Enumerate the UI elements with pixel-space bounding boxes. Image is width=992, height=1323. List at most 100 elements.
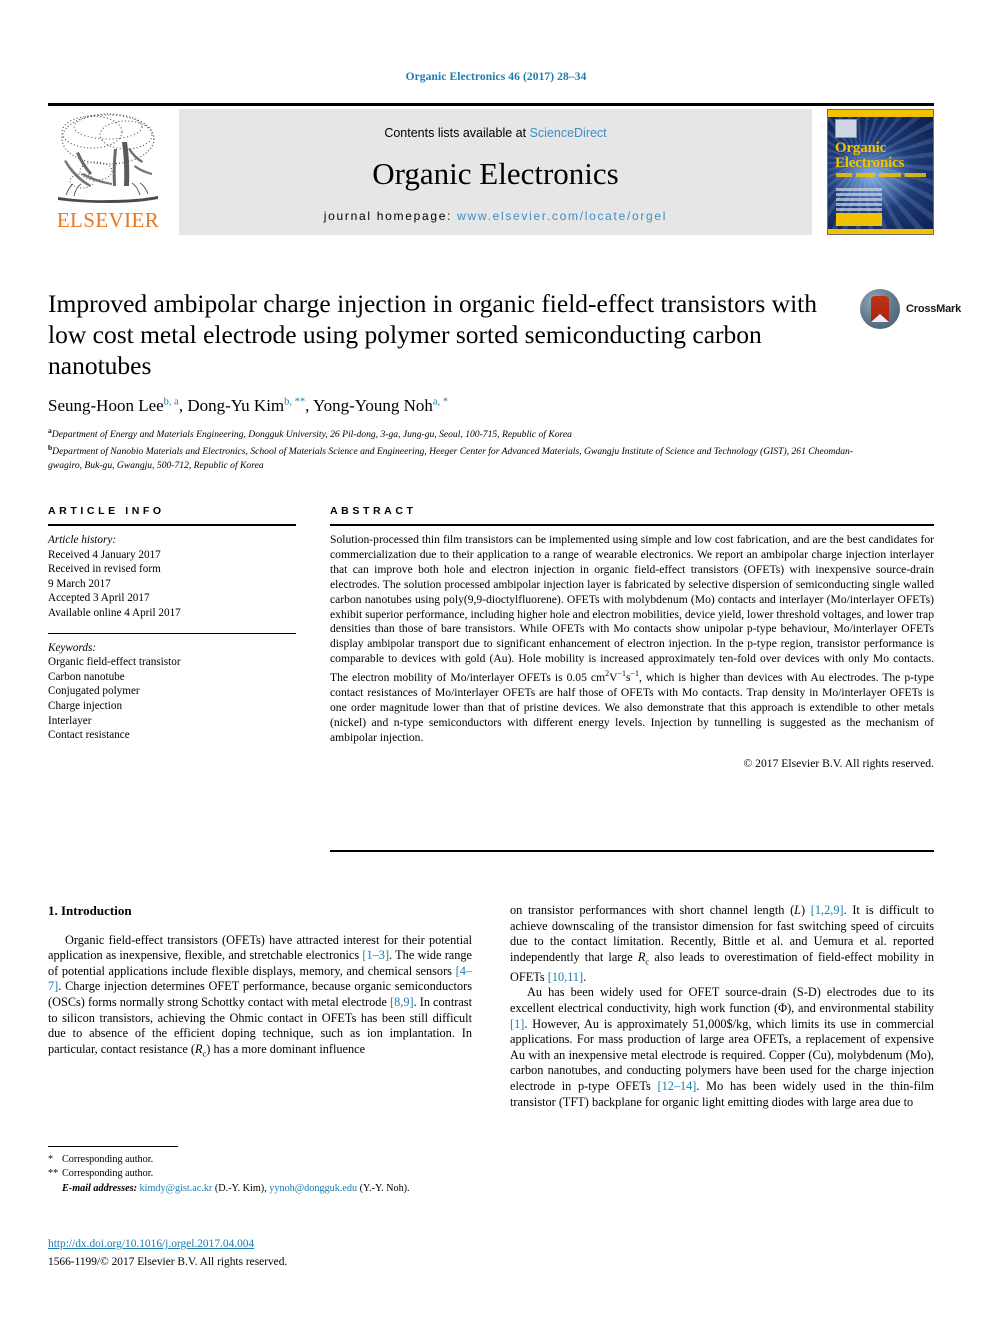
footnotes-block: * Corresponding author. ** Corresponding a… [48, 1146, 472, 1196]
abstract-text: Solution-processed thin film transistors… [330, 533, 934, 746]
keyword-item: Charge injection [48, 699, 123, 712]
author-name: Seung-Hoon Lee [48, 395, 164, 415]
paragraph-text: ) has a more dominant influence [206, 1041, 366, 1056]
section-heading-introduction: 1. Introduction [48, 903, 132, 918]
author-affiliation-marks: a, * [432, 396, 449, 407]
cover-top-bar [828, 110, 933, 117]
symbol-rc: R [195, 1041, 203, 1056]
journal-article-first-page: Organic Electronics 46 (2017) 28–34 ELSE… [0, 0, 992, 1323]
author-affiliation-marks: b, a [163, 396, 179, 407]
paragraph-text: ) [801, 903, 811, 917]
email-link-noh[interactable]: yynoh@dongguk.edu [269, 1183, 357, 1194]
journal-title: Organic Electronics [372, 156, 619, 191]
keywords-label: Keywords: [48, 641, 97, 654]
crossmark-notch [871, 314, 889, 322]
paragraph: Au has been widely used for OFET source-… [510, 985, 934, 1110]
homepage-prefix: journal homepage: [323, 209, 458, 223]
abstract-rule [330, 524, 934, 526]
page-title: Improved ambipolar charge injection in o… [48, 289, 818, 380]
contents-prefix: Contents lists available at [384, 126, 530, 140]
footnote-corresponding-author-1: * Corresponding author. [48, 1153, 472, 1167]
paragraph-text: on transistor performances with short ch… [510, 903, 795, 917]
abstract-copyright: © 2017 Elsevier B.V. All rights reserved… [743, 756, 934, 770]
cover-title: Organic Electronics [835, 141, 927, 171]
footer-doi-block: http://dx.doi.org/10.1016/j.orgel.2017.0… [48, 1238, 472, 1270]
body-column-right: on transistor performances with short ch… [510, 903, 934, 1110]
paragraph: Organic field-effect transistors (OFETs)… [48, 933, 472, 1062]
elsevier-logo: ELSEVIER [48, 109, 168, 235]
journal-homepage-line: journal homepage: www.elsevier.com/locat… [179, 209, 812, 223]
elsevier-tree-icon [52, 109, 164, 207]
journal-homepage-link[interactable]: www.elsevier.com/locate/orgel [457, 209, 667, 223]
email-label: E-mail addresses: [62, 1183, 137, 1195]
article-history-item: 9 March 2017 [48, 577, 111, 590]
abstract-unit-sup3: −1 [630, 669, 640, 679]
title-block: Improved ambipolar charge injection in o… [48, 288, 961, 381]
article-history-item: Accepted 3 April 2017 [48, 592, 150, 605]
footnote-corresponding-author-2: ** Corresponding author. [48, 1167, 472, 1181]
doi-link[interactable]: http://dx.doi.org/10.1016/j.orgel.2017.0… [48, 1238, 472, 1250]
article-history-item: Available online 4 April 2017 [48, 606, 181, 619]
email-owner-kim: (D.-Y. Kim), [212, 1183, 270, 1195]
affiliation-text: Department of Energy and Materials Engin… [51, 429, 572, 441]
author-item: Seung-Hoon Leeb, a, [48, 396, 187, 415]
article-info-rule [48, 524, 296, 526]
article-history-item: Received in revised form [48, 563, 161, 576]
keyword-item: Organic field-effect transistor [48, 656, 181, 669]
journal-cover-thumbnail: Organic Electronics [827, 109, 934, 235]
citation-link[interactable]: [8,9] [390, 995, 414, 1009]
crossmark-icon [860, 289, 900, 329]
symbol-channel-length: L [794, 903, 802, 917]
issn-copyright-line: 1566-1199/© 2017 Elsevier B.V. All right… [48, 1256, 288, 1268]
cover-subtitle-rule [836, 173, 926, 177]
abstract-bottom-rule [330, 850, 934, 852]
author-list: Seung-Hoon Leeb, a, Dong-Yu Kimb, **, Yo… [48, 391, 934, 417]
running-head-citation: Organic Electronics 46 (2017) 28–34 [405, 71, 587, 83]
affiliation-list: aDepartment of Energy and Materials Engi… [48, 424, 868, 472]
email-link-kim[interactable]: kimdy@gist.ac.kr [140, 1183, 213, 1194]
affiliation-item: bDepartment of Nanobio Materials and Ele… [48, 441, 868, 472]
affiliation-text: Department of Nanobio Materials and Elec… [48, 446, 854, 471]
contents-available-line: Contents lists available at ScienceDirec… [179, 126, 812, 140]
abstract-heading: ABSTRACT [330, 505, 417, 517]
article-history-item: Received 4 January 2017 [48, 548, 161, 561]
keyword-item: Carbon nanotube [48, 670, 125, 683]
journal-banner: Contents lists available at ScienceDirec… [179, 109, 812, 235]
footnote-separator-rule [48, 1146, 178, 1147]
keyword-item: Conjugated polymer [48, 685, 140, 698]
crossmark-label: CrossMark [906, 303, 962, 315]
email-owner-noh: (Y.-Y. Noh). [357, 1183, 410, 1195]
affiliation-item: aDepartment of Energy and Materials Engi… [48, 424, 868, 441]
sciencedirect-link[interactable]: ScienceDirect [530, 126, 607, 140]
paragraph-text: . [583, 969, 587, 984]
crossmark-badge[interactable]: CrossMark [860, 289, 970, 331]
author-separator: , [305, 395, 314, 415]
citation-link[interactable]: [1–3] [362, 948, 389, 962]
footnote-mark: * [48, 1154, 54, 1165]
citation-link[interactable]: [12–14] [657, 1079, 696, 1093]
author-item: Dong-Yu Kimb, **, [187, 396, 313, 415]
footnote-email-addresses: E-mail addresses: kimdy@gist.ac.kr (D.-Y… [48, 1182, 472, 1196]
article-info-column: ARTICLE INFO Article history: Received 4… [48, 505, 296, 743]
citation-link[interactable]: [10,11] [548, 970, 583, 984]
citation-link[interactable]: [1] [510, 1017, 524, 1031]
keyword-item: Interlayer [48, 714, 92, 727]
abstract-unit-sup2: −1 [617, 669, 626, 679]
masthead-top-rule [48, 103, 934, 106]
abstract-column: ABSTRACT Solution-processed thin film tr… [330, 505, 934, 770]
elsevier-wordmark: ELSEVIER [56, 208, 160, 232]
keyword-item: Contact resistance [48, 729, 130, 742]
author-name: Dong-Yu Kim [187, 395, 285, 415]
cover-footer-box [836, 213, 882, 226]
article-info-heading: ARTICLE INFO [48, 505, 165, 517]
paragraph-text: Au has been widely used for OFET source-… [510, 985, 934, 1016]
keywords-rule [48, 632, 296, 634]
cover-publisher-box [835, 119, 857, 138]
footnote-text: Corresponding author. [62, 1167, 154, 1179]
cover-title-line2: Electronics [835, 155, 905, 171]
abstract-part1: Solution-processed thin film transistors… [330, 533, 934, 685]
cover-bottom-bar [828, 229, 933, 234]
citation-link[interactable]: [1,2,9] [811, 903, 844, 917]
author-name: Yong-Young Noh [313, 395, 433, 415]
body-column-left: 1. Introduction Organic field-effect tra… [48, 903, 472, 1062]
